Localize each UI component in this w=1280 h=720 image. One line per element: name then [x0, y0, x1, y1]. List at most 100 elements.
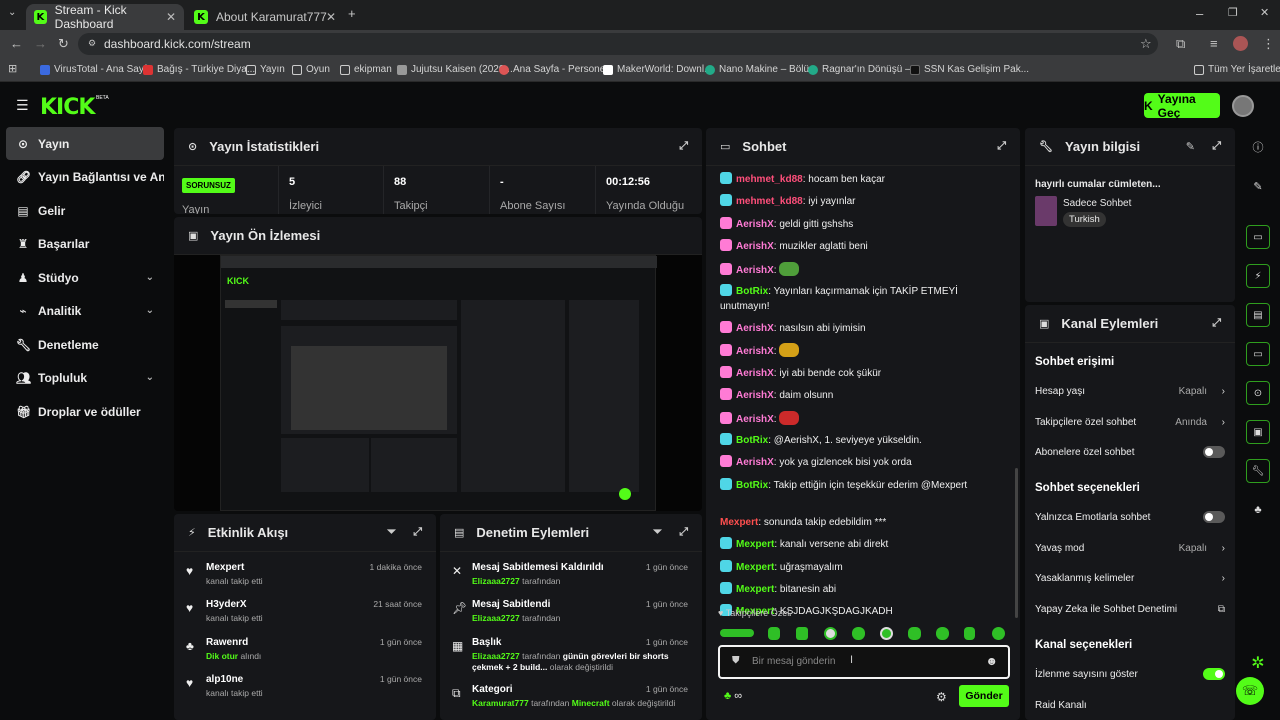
bookmark-virustotal[interactable]: VirusTotal - Ana Sayfa	[40, 64, 152, 75]
sidebar-item-yayin[interactable]: ⊙ Yayın	[6, 127, 164, 160]
go-live-button[interactable]: K Yayına Geç	[1144, 92, 1220, 120]
emote[interactable]	[908, 627, 921, 640]
activity-toggle-icon[interactable]: ⚡︎	[1246, 264, 1270, 288]
stream-info-toggle-icon[interactable]: 🔧︎	[1246, 459, 1270, 483]
back-icon[interactable]: ←	[10, 36, 23, 51]
forward-icon[interactable]: →	[34, 36, 47, 51]
close-tab-icon[interactable]: ✕	[326, 10, 336, 24]
bookmark-folder-ekipman[interactable]: ekipman	[340, 64, 392, 75]
chat-username[interactable]: BotRix	[736, 435, 768, 446]
chat-username[interactable]: AerishX	[736, 241, 774, 252]
bookmark-folder-oyun[interactable]: Oyun	[292, 64, 330, 75]
sidebar-item-analitik[interactable]: ⌁ Analitik ⌄	[6, 294, 164, 327]
emote[interactable]	[824, 627, 837, 640]
info-icon[interactable]: ⓘ	[1246, 135, 1270, 159]
all-bookmarks-folder[interactable]: Tüm Yer İşaretleri	[1194, 64, 1280, 75]
chat-input[interactable]: Bir mesaj gönderin	[752, 656, 835, 667]
media-icon[interactable]: ≡	[1210, 36, 1218, 51]
ai-assistant-icon[interactable]: ✲	[1246, 651, 1270, 675]
edit-icon[interactable]: ✎	[1246, 174, 1270, 198]
chat-username[interactable]: Mexpert	[736, 562, 774, 573]
tab-about-karamurat[interactable]: K About Karamurat777 - Watch L ✕	[186, 4, 344, 30]
banned-words-row[interactable]: Yasaklanmış kelimeler ›	[1035, 567, 1225, 589]
reload-icon[interactable]: ↻	[58, 36, 69, 52]
emote[interactable]	[880, 627, 893, 640]
channel-actions-toggle-icon[interactable]: ▣	[1246, 420, 1270, 444]
apps-icon[interactable]: ⊞	[8, 62, 17, 75]
category-name[interactable]: Sadece Sohbet	[1063, 198, 1131, 209]
stats-panel-toggle-icon[interactable]: ▭	[1246, 225, 1270, 249]
bookmark-persone[interactable]: Ana Sayfa - Persone...	[499, 64, 614, 75]
bookmark-jujutsu[interactable]: Jujutsu Kaisen (2020...	[397, 64, 513, 75]
send-button[interactable]: Gönder	[959, 685, 1009, 707]
bookmark-ragnar[interactable]: Ragnar'ın Dönüşü –...	[808, 64, 919, 75]
sidebar-item-studyo[interactable]: ♟ Stüdyo ⌄	[6, 261, 164, 294]
bookmark-star-icon[interactable]: ☆	[1140, 36, 1152, 52]
bookmark-bagis[interactable]: Bağış - Türkiye Diya...	[143, 64, 255, 75]
chat-username[interactable]: AerishX	[736, 323, 774, 334]
slow-mode-row[interactable]: Yavaş mod Kapalı ›	[1035, 537, 1225, 559]
moderation-toggle-icon[interactable]: ▤	[1246, 303, 1270, 327]
emoji-picker-icon[interactable]: ☻	[985, 654, 998, 668]
extensions-icon[interactable]: ⧉	[1176, 36, 1185, 52]
expand-icon[interactable]: ⤢	[997, 140, 1006, 153]
help-support-icon[interactable]: ☏	[1236, 677, 1264, 705]
emote[interactable]	[768, 627, 780, 640]
chat-username[interactable]: Mexpert	[720, 517, 758, 528]
chat-username[interactable]: BotRix	[736, 286, 768, 297]
url-field[interactable]: dashboard.kick.com/stream	[78, 33, 1158, 55]
chat-username[interactable]: Mexpert	[736, 584, 774, 595]
chat-username[interactable]: AerishX	[736, 390, 774, 401]
expand-icon[interactable]: ⤢	[413, 526, 422, 539]
sidebar-item-denetleme[interactable]: 🔧︎ Denetleme	[6, 328, 164, 361]
user-avatar[interactable]	[1232, 95, 1254, 117]
hamburger-menu-icon[interactable]: ☰	[16, 97, 29, 114]
emotes-only-toggle[interactable]	[1203, 511, 1225, 523]
category-thumbnail[interactable]	[1035, 196, 1057, 226]
chat-username[interactable]: mehmet_kd88	[736, 196, 803, 207]
emote[interactable]	[796, 627, 808, 640]
chat-username[interactable]: AerishX	[736, 368, 774, 379]
new-tab-icon[interactable]: +	[348, 6, 356, 21]
expand-icon[interactable]: ⤢	[1212, 317, 1221, 330]
edit-icon[interactable]: ✎	[1186, 140, 1195, 153]
bookmark-folder-yayin[interactable]: Yayın	[246, 64, 285, 75]
bookmark-ssn[interactable]: SSN Kas Gelişim Pak...	[910, 64, 1029, 75]
emote[interactable]	[720, 629, 754, 637]
expand-icon[interactable]: ⤢	[679, 526, 688, 539]
sidebar-item-basarilar[interactable]: ♜ Başarılar	[6, 227, 164, 260]
close-tab-icon[interactable]: ✕	[166, 10, 176, 24]
minimize-icon[interactable]: –	[1196, 6, 1203, 21]
chat-toggle-icon[interactable]: ▭	[1246, 342, 1270, 366]
channel-points-toggle-icon[interactable]: ♣	[1246, 498, 1270, 522]
subs-chat-toggle[interactable]	[1203, 446, 1225, 458]
chat-settings-icon[interactable]: ⚙	[936, 690, 947, 704]
browser-menu-icon[interactable]: ⋮	[1262, 36, 1275, 52]
chat-username[interactable]: BotRix	[736, 480, 768, 491]
emote[interactable]	[992, 627, 1005, 640]
account-age-row[interactable]: Hesap yaşı Kapalı ›	[1035, 380, 1225, 402]
expand-icon[interactable]: ⤢	[1212, 140, 1221, 153]
channel-points-icon[interactable]: ♣ ∞	[724, 690, 742, 702]
chat-username[interactable]: mehmet_kd88	[736, 174, 803, 185]
filter-icon[interactable]: ⏷	[653, 526, 662, 539]
chat-input-box[interactable]: ⛊ Bir mesaj gönderin I ☻	[718, 645, 1010, 679]
site-info-icon[interactable]: ⚙	[88, 38, 96, 49]
chat-username[interactable]: AerishX	[736, 414, 774, 425]
followers-chat-row[interactable]: Takipçilere özel sohbet Anında ›	[1035, 411, 1225, 433]
sidebar-item-stream-key[interactable]: 🔗︎Yayın Bağlantısı ve Anahtar	[6, 160, 164, 193]
emote[interactable]	[964, 627, 975, 640]
sidebar-item-droplar[interactable]: 🎁︎ Droplar ve ödüller	[6, 395, 164, 428]
chat-scrollbar[interactable]	[1015, 468, 1018, 618]
chat-username[interactable]: AerishX	[736, 265, 774, 276]
expand-icon[interactable]: ⤢	[679, 140, 688, 153]
chat-username[interactable]: Mexpert	[736, 539, 774, 550]
preview-video[interactable]: KICK	[220, 255, 657, 511]
ai-moderation-row[interactable]: Yapay Zeka ile Sohbet Denetimi ⧉	[1035, 598, 1225, 620]
raid-row[interactable]: Raid Kanalı	[1035, 694, 1225, 716]
close-window-icon[interactable]: ✕	[1260, 6, 1269, 19]
emote[interactable]	[852, 627, 865, 640]
chat-username[interactable]: AerishX	[736, 346, 774, 357]
preview-toggle-icon[interactable]: ⊙	[1246, 381, 1270, 405]
maximize-icon[interactable]: ❐	[1228, 6, 1238, 19]
